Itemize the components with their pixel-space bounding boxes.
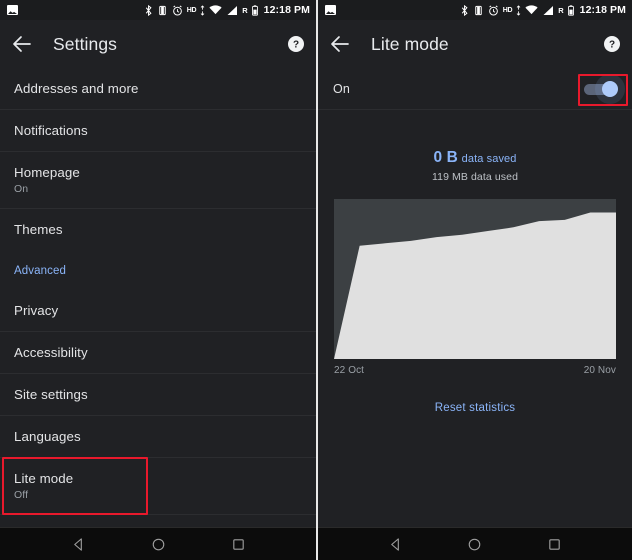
data-saved-label: data saved xyxy=(461,153,517,165)
wifi-icon xyxy=(209,5,222,15)
status-bar-system-icons: HD R 12:18 PM xyxy=(145,4,310,16)
data-used-label: 119 MB data used xyxy=(431,171,519,183)
section-header-advanced: Advanced xyxy=(0,250,316,290)
page-title: Settings xyxy=(53,33,118,54)
back-arrow-icon[interactable] xyxy=(10,32,34,56)
sidebar-item-homepage[interactable]: Homepage On xyxy=(0,152,316,209)
status-bar: HD R 12:18 PM xyxy=(0,0,316,20)
sidebar-item-privacy[interactable]: Privacy xyxy=(0,290,316,332)
svg-text:?: ? xyxy=(293,40,299,51)
hd-icon: HD xyxy=(502,6,513,14)
page-title: Lite mode xyxy=(371,33,449,54)
android-nav-bar[interactable] xyxy=(318,527,632,560)
list-item-sublabel: Off xyxy=(14,489,29,501)
alarm-icon xyxy=(172,5,183,16)
section-header-label: Advanced xyxy=(14,265,66,277)
image-notification-icon xyxy=(7,5,18,15)
list-item-label: Accessibility xyxy=(14,345,88,360)
status-bar-notifications xyxy=(325,5,336,15)
help-icon[interactable]: ? xyxy=(288,36,304,52)
roaming-icon: R xyxy=(558,5,564,15)
data-usage-area-chart xyxy=(334,199,616,359)
list-item-label: Site settings xyxy=(14,387,88,402)
list-item-label: Themes xyxy=(14,222,63,237)
hd-icon: HD xyxy=(186,6,197,14)
vibrate-icon xyxy=(157,5,168,16)
sidebar-item-notifications[interactable]: Notifications xyxy=(0,110,316,152)
vibrate-icon xyxy=(473,5,484,16)
chart-x-end-label: 20 Nov xyxy=(583,365,616,376)
wifi-icon xyxy=(525,5,538,15)
home-nav-icon[interactable] xyxy=(151,537,166,552)
sidebar-item-accessibility[interactable]: Accessibility xyxy=(0,332,316,374)
svg-text:?: ? xyxy=(609,40,615,51)
dual-screenshot-container: HD R 12:18 PM Settings ? Addresses and m… xyxy=(0,0,632,560)
status-bar: HD R 12:18 PM xyxy=(318,0,632,20)
data-transfer-icon xyxy=(200,4,205,16)
sidebar-item-lite-mode[interactable]: Lite mode Off xyxy=(0,457,316,515)
status-bar-notifications xyxy=(7,5,18,15)
recents-nav-icon[interactable] xyxy=(231,537,246,552)
chart-x-axis: 22 Oct 20 Nov xyxy=(334,365,616,376)
chart-x-start-label: 22 Oct xyxy=(334,365,365,376)
settings-screen: HD R 12:18 PM Settings ? Addresses and m… xyxy=(0,0,316,560)
list-item-label: Homepage xyxy=(14,165,80,180)
bluetooth-icon xyxy=(461,4,469,16)
data-usage-chart xyxy=(334,199,616,359)
list-item-label: Lite mode xyxy=(14,471,74,486)
data-savings-summary: 0 B data saved 119 MB data used xyxy=(318,110,632,183)
data-saved-value: 0 B xyxy=(433,149,458,166)
sidebar-item-downloads[interactable]: Downloads xyxy=(0,515,316,527)
list-item-label: Notifications xyxy=(14,123,88,138)
lite-mode-content: 0 B data saved 119 MB data used 22 Oct 2… xyxy=(318,110,632,527)
list-item-label: Addresses and more xyxy=(14,81,139,96)
sidebar-item-site-settings[interactable]: Site settings xyxy=(0,374,316,416)
lite-mode-screen: HD R 12:18 PM Lite mode ? On 0 B data sa… xyxy=(316,0,632,560)
roaming-icon: R xyxy=(242,5,248,15)
signal-icon xyxy=(542,5,554,16)
toggle-state-label: On xyxy=(333,81,350,96)
sidebar-item-themes[interactable]: Themes xyxy=(0,209,316,250)
android-nav-bar[interactable] xyxy=(0,527,316,560)
signal-icon xyxy=(226,5,238,16)
bluetooth-icon xyxy=(145,4,153,16)
help-icon[interactable]: ? xyxy=(604,36,620,52)
sidebar-item-languages[interactable]: Languages xyxy=(0,416,316,458)
back-arrow-icon[interactable] xyxy=(328,32,352,56)
list-item-label: Languages xyxy=(14,429,81,444)
back-nav-icon[interactable] xyxy=(71,537,86,552)
status-bar-clock: 12:18 PM xyxy=(579,4,626,16)
lite-mode-toggle-row[interactable]: On xyxy=(318,68,632,110)
status-bar-system-icons: HD R 12:18 PM xyxy=(461,4,626,16)
alarm-icon xyxy=(488,5,499,16)
data-saved-line: 0 B data saved xyxy=(318,149,632,167)
settings-app-bar: Settings ? xyxy=(0,20,316,68)
back-nav-icon[interactable] xyxy=(388,537,403,552)
status-bar-clock: 12:18 PM xyxy=(263,4,310,16)
list-item-label: Privacy xyxy=(14,303,59,318)
home-nav-icon[interactable] xyxy=(467,537,482,552)
battery-icon xyxy=(567,4,574,16)
reset-statistics-button[interactable]: Reset statistics xyxy=(318,402,632,414)
battery-icon xyxy=(251,4,258,16)
settings-list[interactable]: Addresses and more Notifications Homepag… xyxy=(0,68,316,527)
data-transfer-icon xyxy=(516,4,521,16)
list-item-sublabel: On xyxy=(14,183,29,195)
lite-mode-app-bar: Lite mode ? xyxy=(318,20,632,68)
image-notification-icon xyxy=(325,5,336,15)
highlight-box-switch xyxy=(578,74,628,106)
sidebar-item-addresses-and-more[interactable]: Addresses and more xyxy=(0,68,316,110)
recents-nav-icon[interactable] xyxy=(547,537,562,552)
